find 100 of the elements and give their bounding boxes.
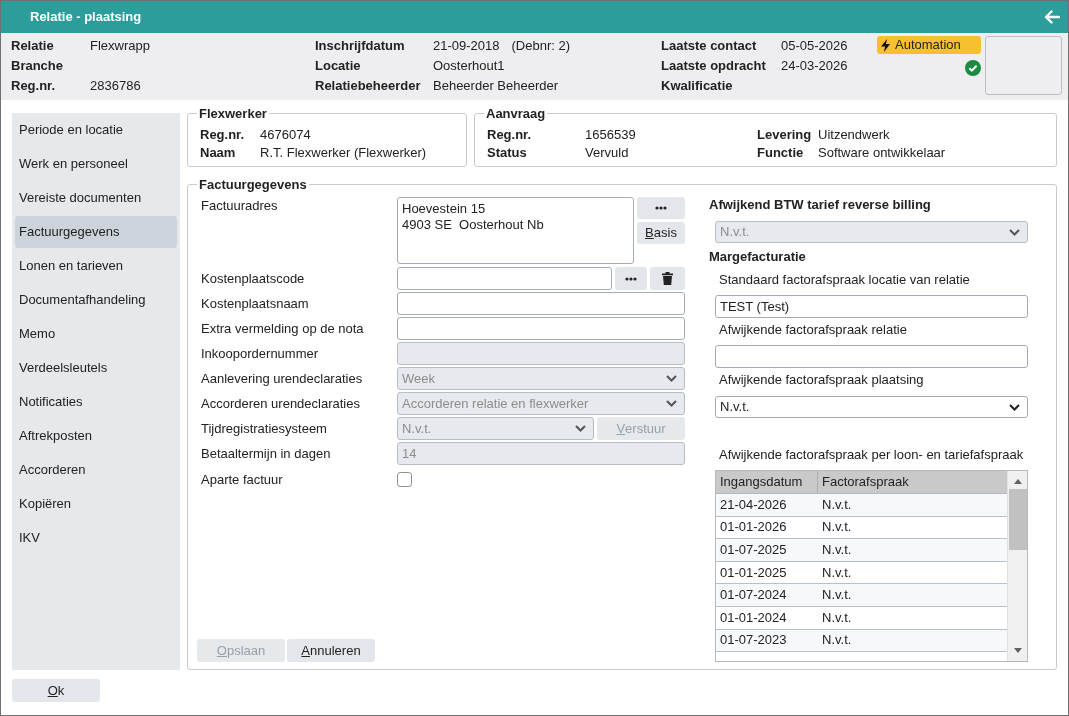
tag-label: Automation [895,37,961,53]
form-label: Factuuradres [200,197,279,215]
chevron-down-icon [1009,228,1020,236]
table-row[interactable]: 01-07-2025 N.v.t. [716,539,1007,562]
field-label: Levering [757,127,813,143]
form-label: Kostenplaatscode [200,269,306,288]
panel-title: Factuurgegevens [198,177,308,192]
panel-title: Aanvraag [485,106,547,121]
field-value: Oosterhout1 [433,58,506,74]
table-cell-text: N.v.t. [821,631,853,650]
sidebar-item[interactable]: Accorderen [15,454,177,486]
field-note: (Debnr: 2) [511,38,571,54]
table-cell-text: 01-07-2024 [719,586,788,605]
field-label: Inschrijfdatum [315,38,406,54]
field-label: Reg.nr. [487,127,533,143]
field-value: 1656539 [585,127,637,143]
field-value: Flexwrapp [90,38,151,54]
field-label: Laatste contact [661,38,758,54]
form-label: Afwijkende factorafspraak per loon- en tariefafspraak [718,447,1025,463]
table-row[interactable]: 01-07-2024 N.v.t. [716,584,1007,607]
text-field[interactable] [397,317,685,340]
column-header[interactable]: Factorafspraak [818,471,1007,493]
form-label: Standaard factorafspraak locatie van relatie [718,272,971,288]
form-label: Betaaltermijn in dagen [200,444,332,463]
form-label: Tijdregistratiesysteem [200,419,328,438]
field-value: R.T. Flexwerker (Flexwerker) [260,145,428,161]
field-value: 05-05-2026 [781,38,849,54]
table-cell-text: N.v.t. [821,608,853,627]
sidebar-item[interactable]: Vereiste documenten [15,182,177,214]
checkbox[interactable] [397,472,412,487]
text-field[interactable]: TEST (Test) [715,295,1028,318]
form-label: Afwijkende factorafspraak plaatsing [718,372,925,388]
scrollbar-thumb[interactable] [1008,489,1027,550]
action-button[interactable]: Basis [637,222,685,244]
text-field[interactable] [397,292,685,315]
table-cell-text: N.v.t. [821,586,853,605]
delete-button[interactable] [649,267,685,290]
form-label: Kostenplaatsnaam [200,294,310,313]
form-label: Extra vermelding op de nota [200,319,365,338]
ellipsis-icon [655,206,667,210]
scroll-down-icon[interactable] [1013,648,1022,653]
field-label: Reg.nr. [200,127,246,143]
action-button[interactable]: Ok [12,679,100,702]
table-cell-text: 01-07-2023 [719,631,788,650]
sidebar-item[interactable]: IKV [15,522,177,554]
field-label: Relatiebeheerder [315,78,422,94]
table-cell-text: 21-04-2026 [719,495,788,514]
scrollbar[interactable] [1007,471,1027,661]
form-label: Accorderen urendeclaraties [200,394,361,413]
table-row[interactable]: 21-04-2026 N.v.t. [716,494,1007,517]
text-field[interactable] [397,267,613,290]
field-label: Reg.nr. [11,78,57,94]
table-row[interactable]: 01-07-2023 N.v.t. [716,629,1007,653]
sidebar-item[interactable]: Lonen en tarieven [15,250,177,282]
field-label: Functie [757,145,805,161]
field-label: Kwalificatie [661,78,734,94]
ellipsis-icon [625,276,637,281]
field-value: Vervuld [585,145,630,161]
form-label: Aanlevering urendeclaraties [200,369,364,388]
sidebar-item[interactable]: Periode en locatie [15,114,177,146]
field-value: Software ontwikkelaar [818,145,947,161]
action-button[interactable]: Annuleren [287,639,375,662]
section-title: Afwijkend BTW tarief reverse billing [709,197,932,213]
table-cell-text: 01-01-2025 [719,563,788,582]
chevron-down-icon [666,375,677,382]
table-cell-text: N.v.t. [821,563,853,582]
lightning-icon [881,38,890,52]
scroll-up-icon[interactable] [1013,479,1022,484]
text-field[interactable] [715,345,1028,368]
sidebar-item[interactable]: Kopiëren [15,488,177,520]
multiline-field[interactable]: Hoevestein 15 4903 SE Oosterhout Nb [397,197,634,264]
sidebar-item[interactable]: Documentafhandeling [15,284,177,316]
field-value: 2836786 [90,78,142,94]
trash-icon [661,272,673,285]
sidebar-item[interactable]: Werk en personeel [15,148,177,180]
column-header[interactable]: Ingangsdatum [716,471,818,493]
field-value: 21-09-2018 [433,38,500,54]
sidebar-item[interactable]: Factuurgegevens [15,216,177,248]
table-cell-text: 01-07-2025 [719,541,788,559]
field-label: Status [487,145,528,161]
table-cell-text: N.v.t. [821,495,853,514]
table-cell-text: N.v.t. [821,518,853,537]
field-label: Locatie [315,58,362,74]
chevron-down-icon [666,400,677,407]
field-label: Relatie [11,38,55,54]
section-title: Margefacturatie [709,249,807,265]
sidebar-item[interactable]: Notificaties [15,386,177,418]
table-cell-text: N.v.t. [821,541,853,559]
field-value: Beheerder Beheerder [433,78,560,94]
dropdown[interactable]: N.v.t. [715,396,1028,418]
field-value: Uitzendwerk [818,127,891,143]
window-title: Relatie - plaatsing [30,9,142,25]
sidebar-item[interactable]: Aftrekposten [15,420,177,452]
arrow-left-icon[interactable] [1044,10,1060,24]
more-button[interactable] [637,197,685,219]
sidebar-item[interactable]: Verdeelsleutels [15,352,177,384]
field-value: 4676074 [260,127,312,143]
chevron-down-icon [575,425,586,432]
sidebar-item[interactable]: Memo [15,318,177,350]
field-label: Branche [11,58,65,74]
